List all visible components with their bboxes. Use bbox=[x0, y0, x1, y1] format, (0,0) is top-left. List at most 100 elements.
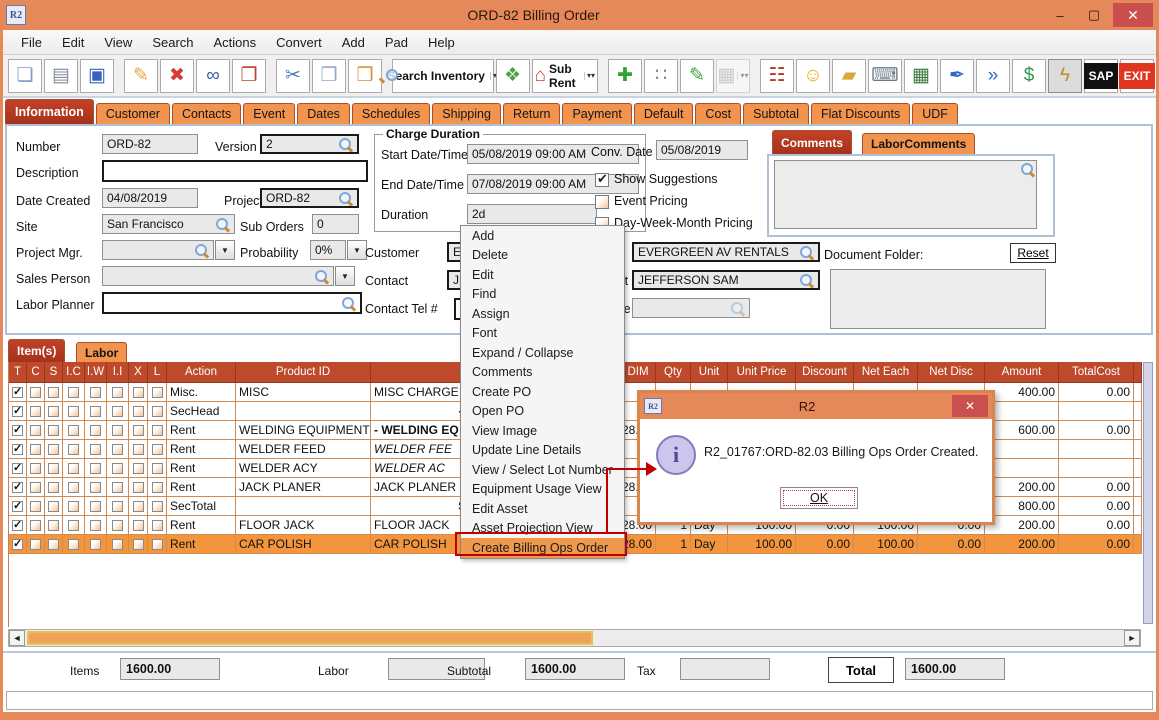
checkbox-icon[interactable] bbox=[112, 463, 123, 474]
magnifier-icon[interactable] bbox=[799, 273, 814, 288]
checkbox-cell[interactable] bbox=[63, 478, 85, 496]
tab-payment[interactable]: Payment bbox=[562, 103, 631, 124]
checkbox-cell[interactable] bbox=[45, 535, 63, 553]
checkbox-icon[interactable] bbox=[30, 482, 41, 493]
paste-button[interactable]: ❒ bbox=[348, 59, 382, 93]
checkbox-icon[interactable] bbox=[152, 520, 163, 531]
context-menu-item-add[interactable]: Add bbox=[461, 226, 624, 246]
checkbox-icon[interactable] bbox=[12, 520, 23, 531]
checkbox-cell[interactable] bbox=[27, 440, 45, 458]
checkbox-cell[interactable] bbox=[27, 516, 45, 534]
checkbox-cell[interactable] bbox=[45, 421, 63, 439]
cut-button[interactable]: ✂ bbox=[276, 59, 310, 93]
checkbox-icon[interactable] bbox=[90, 463, 101, 474]
checkbox-cell[interactable] bbox=[85, 459, 107, 477]
checkbox-icon[interactable] bbox=[48, 406, 59, 417]
context-menu-item-assign[interactable]: Assign bbox=[461, 304, 624, 324]
exit-button[interactable]: EXIT bbox=[1120, 59, 1154, 93]
checkbox-icon[interactable] bbox=[152, 482, 163, 493]
copy-special-button[interactable]: ❐ bbox=[232, 59, 266, 93]
checkbox-icon[interactable] bbox=[90, 406, 101, 417]
checkbox-icon[interactable] bbox=[48, 387, 59, 398]
new-document-button[interactable]: ❏ bbox=[8, 59, 42, 93]
lightning-button[interactable]: ϟ bbox=[1048, 59, 1082, 93]
tab-laborcomments[interactable]: LaborComments bbox=[862, 133, 975, 154]
tab-information[interactable]: Information bbox=[5, 99, 94, 124]
checkbox-cell[interactable] bbox=[27, 383, 45, 401]
checkbox-icon[interactable] bbox=[68, 539, 79, 550]
checkbox-cell[interactable] bbox=[45, 383, 63, 401]
checkbox-icon[interactable] bbox=[112, 539, 123, 550]
checkbox-icon[interactable] bbox=[68, 463, 79, 474]
checkbox-cell[interactable] bbox=[9, 535, 27, 553]
checkbox-cell[interactable] bbox=[27, 421, 45, 439]
checkbox-cell[interactable] bbox=[9, 516, 27, 534]
context-menu-item-view-select-lot-number[interactable]: View / Select Lot Number bbox=[461, 460, 624, 480]
checkbox-cell[interactable] bbox=[129, 478, 148, 496]
checkbox-icon[interactable] bbox=[152, 406, 163, 417]
checkbox-icon[interactable] bbox=[112, 444, 123, 455]
project-mgr-field[interactable] bbox=[102, 240, 214, 260]
edit-pencil-button[interactable]: ✎ bbox=[124, 59, 158, 93]
checkbox-cell[interactable] bbox=[129, 383, 148, 401]
checkbox-cell[interactable] bbox=[129, 459, 148, 477]
context-menu-item-edit[interactable]: Edit bbox=[461, 265, 624, 285]
delete-button[interactable]: ✖ bbox=[160, 59, 194, 93]
bill-to-field[interactable]: EVERGREEN AV RENTALS bbox=[632, 242, 820, 262]
checkbox-cell[interactable] bbox=[9, 478, 27, 496]
checkbox-cell[interactable] bbox=[45, 459, 63, 477]
checkbox-icon[interactable] bbox=[48, 425, 59, 436]
checkbox-icon[interactable] bbox=[30, 463, 41, 474]
magnifier-icon[interactable] bbox=[1020, 162, 1035, 177]
checkbox-cell[interactable] bbox=[129, 516, 148, 534]
checkbox-icon[interactable] bbox=[12, 501, 23, 512]
checkbox-icon[interactable] bbox=[90, 425, 101, 436]
checkbox-icon[interactable] bbox=[133, 387, 144, 398]
menu-item-help[interactable]: Help bbox=[418, 35, 465, 50]
checkbox-cell[interactable] bbox=[45, 516, 63, 534]
tab-labor[interactable]: Labor bbox=[76, 342, 127, 362]
checkbox-cell[interactable] bbox=[9, 459, 27, 477]
checkbox-cell[interactable] bbox=[129, 535, 148, 553]
checkbox-cell[interactable] bbox=[85, 478, 107, 496]
magnifier-icon[interactable] bbox=[215, 217, 230, 232]
checkbox-icon[interactable] bbox=[12, 482, 23, 493]
dollar-notes-button[interactable]: $ bbox=[1012, 59, 1046, 93]
checkbox-icon[interactable] bbox=[30, 501, 41, 512]
checkbox-cell[interactable] bbox=[129, 440, 148, 458]
write-note-button[interactable]: ✒ bbox=[940, 59, 974, 93]
menu-item-search[interactable]: Search bbox=[142, 35, 203, 50]
checkbox-cell[interactable] bbox=[27, 402, 45, 420]
checkbox-icon[interactable] bbox=[90, 444, 101, 455]
context-menu-item-equipment-usage-view[interactable]: Equipment Usage View bbox=[461, 480, 624, 500]
language-field[interactable] bbox=[632, 298, 750, 318]
checkbox-cell[interactable] bbox=[63, 516, 85, 534]
checkbox-cell[interactable] bbox=[85, 497, 107, 515]
checkbox-cell[interactable] bbox=[85, 516, 107, 534]
checkbox-icon[interactable] bbox=[152, 463, 163, 474]
checkbox-icon[interactable] bbox=[68, 387, 79, 398]
smiley-button[interactable]: ☺ bbox=[796, 59, 830, 93]
project-mgr-dropdown[interactable]: ▼ bbox=[215, 240, 235, 260]
comments-textarea[interactable] bbox=[774, 160, 1037, 229]
checkbox-cell[interactable] bbox=[129, 402, 148, 420]
context-menu-item-edit-asset[interactable]: Edit Asset bbox=[461, 499, 624, 519]
scroll-thumb[interactable] bbox=[27, 631, 593, 645]
magnifier-icon[interactable] bbox=[799, 245, 814, 260]
checkbox-cell[interactable] bbox=[27, 497, 45, 515]
checkbox-icon[interactable] bbox=[68, 425, 79, 436]
magnifier-icon[interactable] bbox=[341, 296, 356, 311]
magnifier-icon[interactable] bbox=[338, 137, 353, 152]
checkbox-icon[interactable] bbox=[152, 425, 163, 436]
checkbox-icon[interactable] bbox=[133, 463, 144, 474]
search-inventory-button[interactable]: Search Inventory▾▾ bbox=[392, 59, 494, 93]
checkbox-cell[interactable] bbox=[85, 421, 107, 439]
tab-customer[interactable]: Customer bbox=[96, 103, 170, 124]
menu-item-convert[interactable]: Convert bbox=[266, 35, 332, 50]
menu-item-view[interactable]: View bbox=[94, 35, 142, 50]
checkbox-cell[interactable] bbox=[27, 535, 45, 553]
sales-person-dropdown[interactable]: ▼ bbox=[335, 266, 355, 286]
checkbox-icon[interactable] bbox=[112, 520, 123, 531]
checkbox-cell[interactable] bbox=[148, 383, 167, 401]
checkbox-icon[interactable] bbox=[48, 520, 59, 531]
